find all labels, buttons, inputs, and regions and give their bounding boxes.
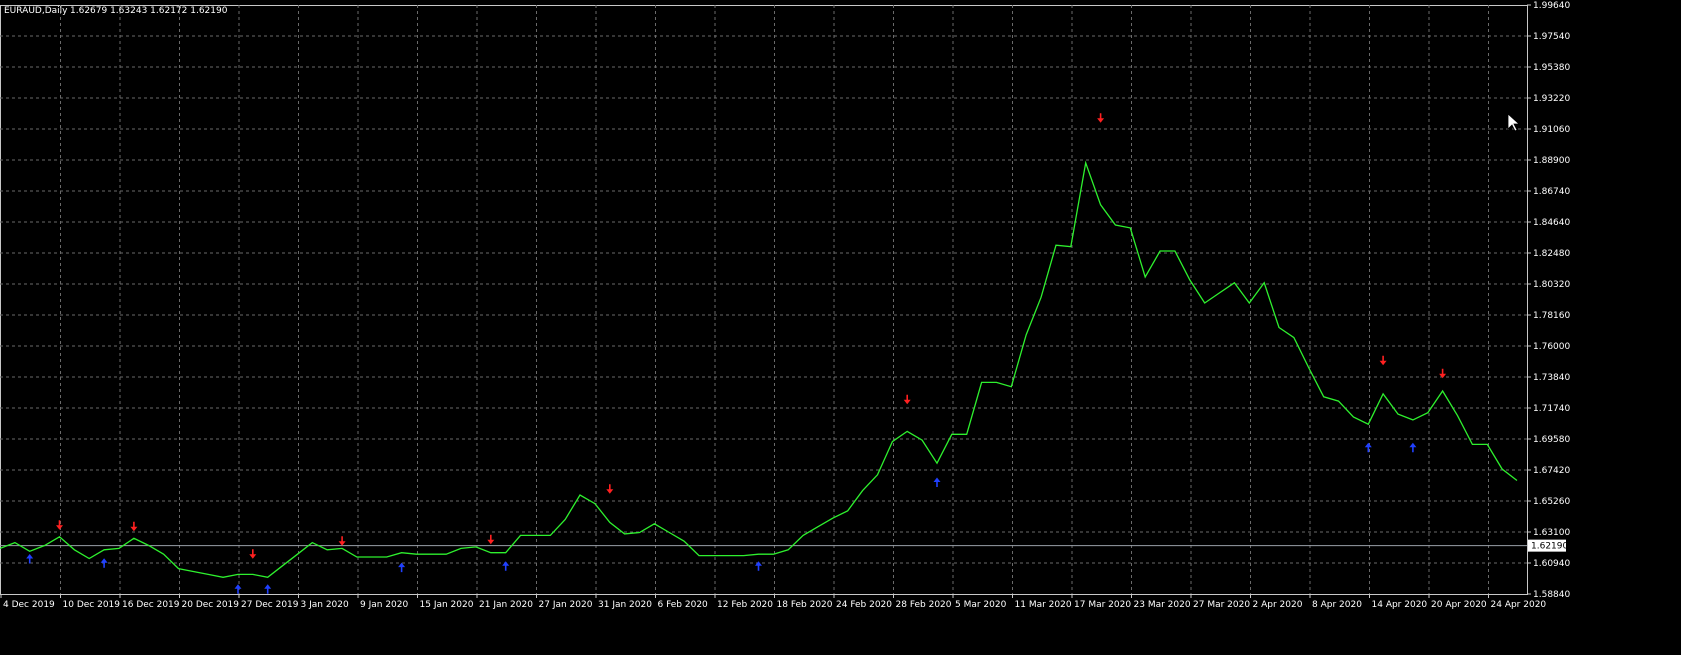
y-tick-label: 1.93220 <box>1533 94 1570 104</box>
x-tick-label: 24 Apr 2020 <box>1491 600 1547 610</box>
y-tick-label: 1.82480 <box>1533 249 1570 259</box>
current-price-label: 1.62190 <box>1531 542 1568 552</box>
x-tick-label: 17 Mar 2020 <box>1074 600 1131 610</box>
y-tick-label: 1.60940 <box>1533 559 1570 569</box>
y-tick-label: 1.63100 <box>1533 528 1570 538</box>
chart-header-ohlc: 1.62679 1.63243 1.62172 1.62190 <box>70 6 228 16</box>
y-tick-label: 1.99640 <box>1533 1 1570 11</box>
x-tick-label: 12 Feb 2020 <box>717 600 773 610</box>
x-tick-label: 20 Apr 2020 <box>1431 600 1487 610</box>
x-tick-label: 20 Dec 2019 <box>182 600 240 610</box>
x-tick-label: 31 Jan 2020 <box>598 600 652 610</box>
x-tick-label: 16 Dec 2019 <box>122 600 180 610</box>
chart-header-symbol: EURAUD,Daily <box>4 6 68 16</box>
x-tick-label: 10 Dec 2019 <box>63 600 121 610</box>
y-tick-label: 1.97540 <box>1533 32 1570 42</box>
y-tick-label: 1.78160 <box>1533 311 1570 321</box>
y-tick-label: 1.69580 <box>1533 435 1570 445</box>
x-tick-label: 21 Jan 2020 <box>479 600 533 610</box>
x-tick-label: 27 Mar 2020 <box>1193 600 1250 610</box>
y-tick-label: 1.71740 <box>1533 404 1570 414</box>
y-tick-label: 1.65260 <box>1533 497 1570 507</box>
x-tick-label: 23 Mar 2020 <box>1134 600 1191 610</box>
x-tick-label: 9 Jan 2020 <box>360 600 408 610</box>
y-tick-label: 1.95380 <box>1533 63 1570 73</box>
x-tick-label: 6 Feb 2020 <box>658 600 709 610</box>
x-tick-label: 15 Jan 2020 <box>420 600 474 610</box>
x-tick-label: 5 Mar 2020 <box>955 600 1007 610</box>
y-tick-label: 1.73840 <box>1533 373 1570 383</box>
x-tick-label: 27 Dec 2019 <box>241 600 299 610</box>
price-chart[interactable]: 1.99640 1.97540 1.95380 1.93220 1.91060 1.889… <box>0 0 1681 655</box>
y-tick-label: 1.58840 <box>1533 590 1570 600</box>
x-tick-label: 27 Jan 2020 <box>539 600 593 610</box>
x-tick-label: 14 Apr 2020 <box>1372 600 1428 610</box>
y-tick-label: 1.84640 <box>1533 218 1570 228</box>
y-tick-label: 1.91060 <box>1533 125 1570 135</box>
x-tick-label: 3 Jan 2020 <box>301 600 349 610</box>
y-tick-label: 1.67420 <box>1533 466 1570 476</box>
y-tick-label: 1.80320 <box>1533 280 1570 290</box>
y-tick-label: 1.88900 <box>1533 156 1570 166</box>
x-tick-label: 11 Mar 2020 <box>1015 600 1072 610</box>
y-tick-label: 1.86740 <box>1533 187 1570 197</box>
x-tick-label: 2 Apr 2020 <box>1253 600 1303 610</box>
x-tick-label: 28 Feb 2020 <box>896 600 952 610</box>
y-tick-label: 1.76000 <box>1533 342 1570 352</box>
x-tick-label: 24 Feb 2020 <box>836 600 892 610</box>
x-tick-label: 4 Dec 2019 <box>3 600 55 610</box>
x-tick-label: 18 Feb 2020 <box>777 600 833 610</box>
x-tick-label: 8 Apr 2020 <box>1312 600 1362 610</box>
